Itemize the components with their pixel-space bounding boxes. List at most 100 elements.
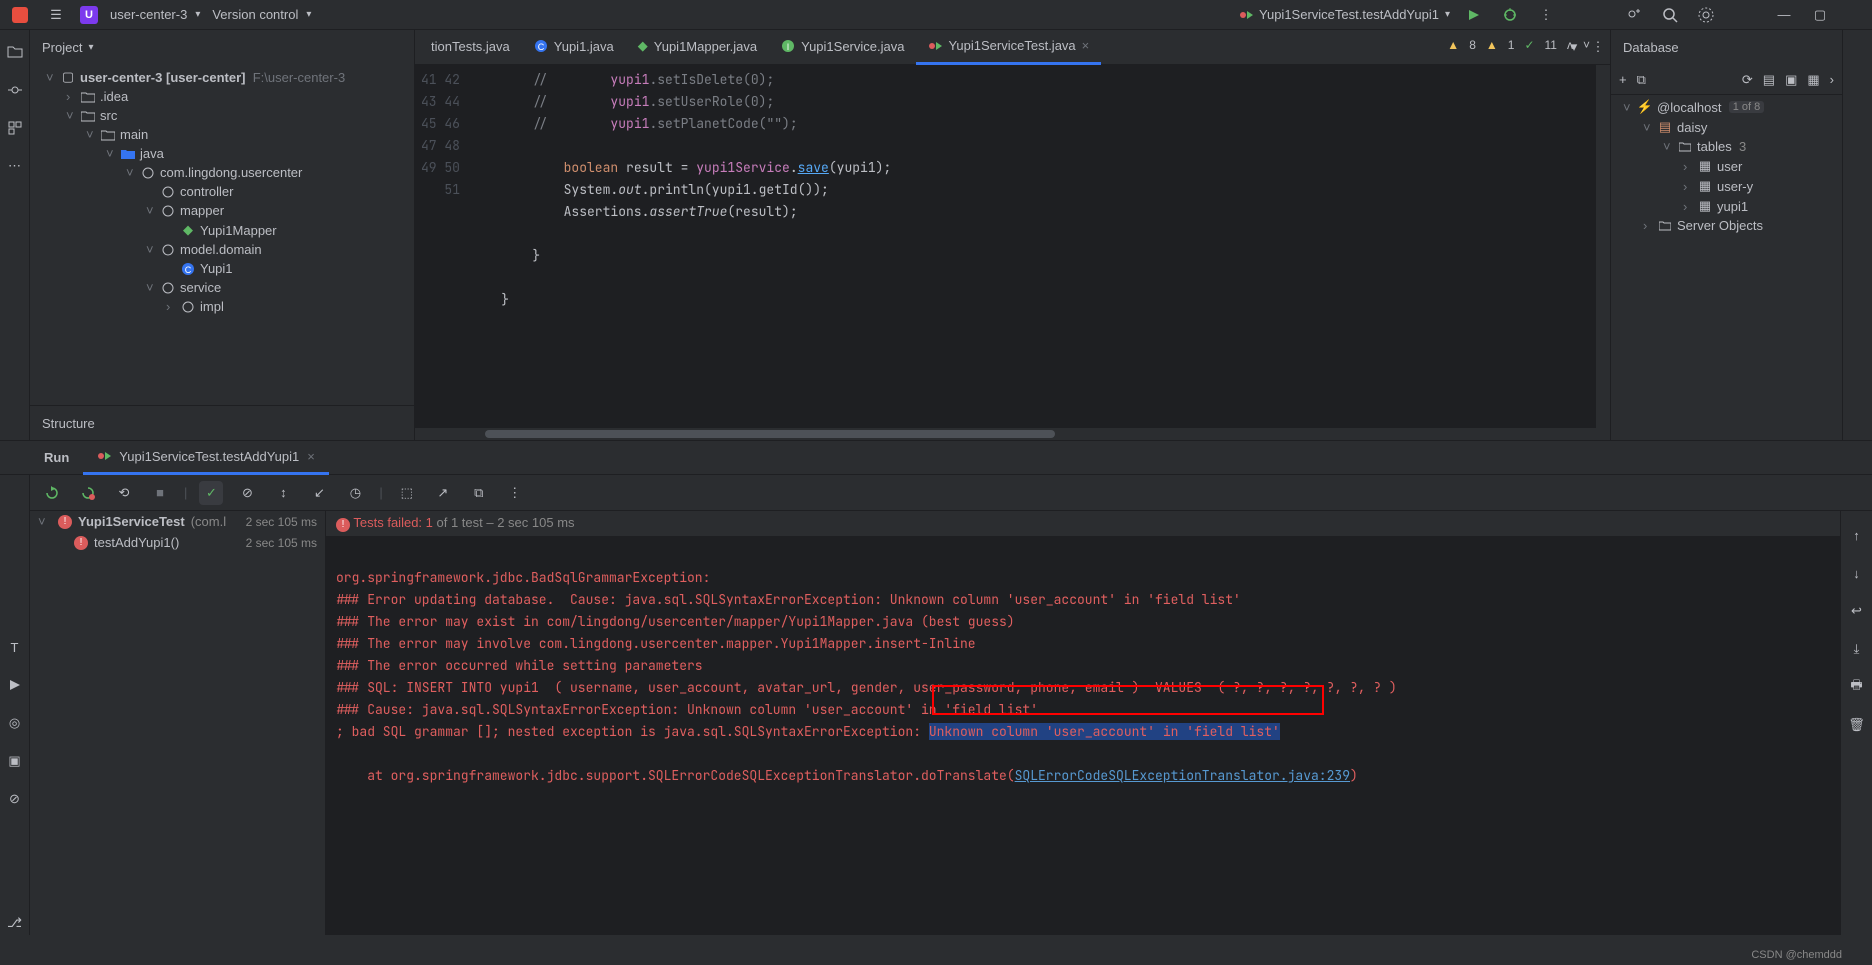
debug-tool-icon[interactable]: ◎: [3, 711, 27, 735]
expand-all-icon[interactable]: ↙: [307, 481, 331, 505]
console-output[interactable]: org.springframework.jdbc.BadSqlGrammarEx…: [326, 537, 1840, 936]
tab-yupi1[interactable]: CYupi1.java: [522, 30, 626, 65]
soft-wrap-icon[interactable]: ↩: [1845, 599, 1869, 623]
collapse-icon[interactable]: ◷: [343, 481, 367, 505]
project-panel-header[interactable]: Project ▾: [30, 30, 414, 65]
inspections-widget[interactable]: ▲8 ▲1 ✓11 ʌ ˅: [1447, 38, 1590, 52]
tree-item-mapper[interactable]: mapper: [180, 203, 224, 218]
test-root[interactable]: ˅ ! Yupi1ServiceTest(com.l 2 sec 105 ms: [30, 511, 325, 532]
run-button[interactable]: [1462, 3, 1486, 27]
sort-icon[interactable]: ↕: [271, 481, 295, 505]
folder-icon: [80, 91, 96, 103]
tree-item-model[interactable]: model.domain: [180, 242, 262, 257]
tab-tests[interactable]: tionTests.java: [419, 30, 522, 65]
structure-tool-icon[interactable]: [3, 116, 27, 140]
db-table-yupi1[interactable]: yupi1: [1717, 199, 1748, 214]
next-highlight-icon[interactable]: ˅: [1583, 38, 1590, 52]
stop-icon[interactable]: ▣: [1785, 72, 1797, 88]
commit-tool-icon[interactable]: [3, 78, 27, 102]
close-tab-icon[interactable]: ×: [1082, 38, 1090, 53]
svg-text:C: C: [185, 265, 192, 275]
editor-hscroll[interactable]: [415, 428, 1610, 440]
prev-highlight-icon[interactable]: ʌ: [1567, 38, 1573, 52]
db-schema[interactable]: daisy: [1677, 120, 1707, 135]
tree-item-yupi1[interactable]: Yupi1: [200, 261, 233, 276]
rerun-icon[interactable]: [40, 481, 64, 505]
export-icon[interactable]: ↗: [431, 481, 455, 505]
vcs-tool-icon[interactable]: ⎇: [3, 911, 27, 935]
db-tables[interactable]: tables: [1697, 139, 1732, 154]
project-tool-icon[interactable]: [3, 40, 27, 64]
stop-test-icon[interactable]: ■: [148, 481, 172, 505]
code-editor[interactable]: // yupi1.setIsDelete(0); // yupi1.setUse…: [470, 65, 1596, 428]
tab-servicetest[interactable]: Yupi1ServiceTest.java ×: [916, 30, 1101, 65]
main-menu-icon[interactable]: ☰: [44, 3, 68, 27]
code-with-me-icon[interactable]: [1622, 3, 1646, 27]
settings-icon[interactable]: [1694, 3, 1718, 27]
error-stripe[interactable]: [1596, 65, 1610, 428]
tree-item-main[interactable]: main: [120, 127, 148, 142]
show-passed-icon[interactable]: ✓: [199, 481, 223, 505]
vcs-menu[interactable]: Version control: [212, 7, 311, 22]
db-table-user[interactable]: user: [1717, 159, 1742, 174]
module-icon: ▢: [60, 69, 76, 85]
more-actions-icon[interactable]: ⋮: [1534, 3, 1558, 27]
db-table-usery[interactable]: user-y: [1717, 179, 1753, 194]
run-config-tab[interactable]: Yupi1ServiceTest.testAddYupi1 ×: [83, 440, 329, 475]
test-child[interactable]: ! testAddYupi1() 2 sec 105 ms: [30, 532, 325, 553]
tree-item-package[interactable]: com.lingdong.usercenter: [160, 165, 302, 180]
rerun-failed-icon[interactable]: [76, 481, 100, 505]
history-icon[interactable]: ⧉: [467, 481, 491, 505]
import-icon[interactable]: ⬚: [395, 481, 419, 505]
tree-item-java[interactable]: java: [140, 146, 164, 161]
print-icon[interactable]: 🖶: [1845, 675, 1869, 699]
tab-mapper[interactable]: ◆Yupi1Mapper.java: [626, 30, 769, 65]
clear-icon[interactable]: 🗑: [1845, 713, 1869, 737]
scroll-down-icon[interactable]: ↓: [1845, 561, 1869, 585]
project-selector[interactable]: user-center-3: [110, 7, 200, 22]
database-tree[interactable]: ˅⚡@localhost 1 of 8 ˅▤daisy ˅tables 3 ›▦…: [1611, 95, 1842, 237]
stack-link[interactable]: SQLErrorCodeSQLExceptionTranslator.java:…: [1015, 767, 1350, 784]
debug-button[interactable]: [1498, 3, 1522, 27]
line-gutter[interactable]: 41 42 43 44 45 46 47 48 49 50 51: [415, 65, 470, 428]
tree-item-impl[interactable]: impl: [200, 299, 224, 314]
show-ignored-icon[interactable]: ⊘: [235, 481, 259, 505]
tree-item-service[interactable]: service: [180, 280, 221, 295]
run-test-icon: [928, 39, 942, 53]
tree-root[interactable]: user-center-3: [80, 70, 162, 85]
search-icon[interactable]: [1658, 3, 1682, 27]
tab-service[interactable]: IYupi1Service.java: [769, 30, 916, 65]
tree-item-src[interactable]: src: [100, 108, 117, 123]
tool1-icon[interactable]: T: [3, 635, 27, 659]
tree-item-controller[interactable]: controller: [180, 184, 233, 199]
scroll-up-icon[interactable]: ↑: [1845, 523, 1869, 547]
db-host[interactable]: @localhost: [1657, 100, 1722, 115]
folder-icon: [100, 129, 116, 141]
scroll-end-icon[interactable]: ⤓: [1845, 637, 1869, 661]
expand-icon[interactable]: ›: [1830, 72, 1834, 87]
jump-to-console-icon[interactable]: ▤: [1763, 72, 1775, 88]
more-run-icon[interactable]: ⋮: [503, 481, 527, 505]
view-icon[interactable]: ▦: [1807, 72, 1819, 88]
table-icon: ▦: [1697, 178, 1713, 194]
terminal-tool-icon[interactable]: ▣: [3, 749, 27, 773]
test-tree[interactable]: ˅ ! Yupi1ServiceTest(com.l 2 sec 105 ms …: [30, 511, 326, 935]
highlighted-error[interactable]: Unknown column 'user_account' in 'field …: [929, 723, 1280, 740]
close-run-tab-icon[interactable]: ×: [307, 449, 315, 464]
tree-item-idea[interactable]: .idea: [100, 89, 128, 104]
minimize-icon[interactable]: —: [1772, 3, 1796, 27]
db-server-objects[interactable]: Server Objects: [1677, 218, 1763, 233]
problems-tool-icon[interactable]: ⊘: [3, 787, 27, 811]
run-config-selector[interactable]: Yupi1ServiceTest.testAddYupi1 ▾: [1239, 7, 1450, 22]
structure-panel-header[interactable]: Structure: [30, 405, 414, 440]
duplicate-icon[interactable]: ⧉: [1637, 72, 1646, 88]
refresh-icon[interactable]: ⟳: [1742, 72, 1753, 88]
project-tree[interactable]: ˅▢user-center-3 [user-center] F:\user-ce…: [30, 65, 414, 405]
run-tool-icon[interactable]: [3, 673, 27, 697]
add-datasource-icon[interactable]: +: [1619, 72, 1627, 87]
more-tool-icon[interactable]: ⋯: [3, 154, 27, 178]
toggle-auto-test-icon[interactable]: ⟲: [112, 481, 136, 505]
run-tab[interactable]: Run: [30, 440, 83, 475]
maximize-icon[interactable]: ▢: [1808, 3, 1832, 27]
tree-item-mapper-file[interactable]: Yupi1Mapper: [200, 223, 277, 238]
